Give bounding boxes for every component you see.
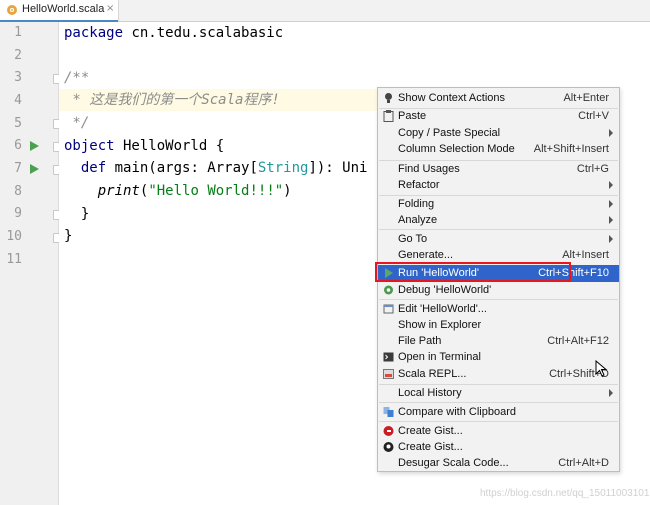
menu-item-show-context-actions[interactable]: Show Context Actions Alt+Enter [378,90,619,107]
editor-tab-helloworld[interactable]: o HelloWorld.scala × [0,0,119,22]
line-number: 3 [14,70,22,85]
menu-separator [379,229,618,230]
line-number: 1 [14,25,22,40]
submenu-arrow-icon [609,216,613,224]
code-line: } [64,228,73,244]
line-number: 4 [14,93,22,108]
editor-gutter: 1 2 3 4 5 6 7 8 9 10 11 [0,22,63,505]
submenu-arrow-icon [609,200,613,208]
menu-separator [379,402,618,403]
line-number: 8 [14,184,22,199]
menu-item-folding[interactable]: Folding [378,196,619,213]
line-number: 10 [6,229,22,244]
code-line: } [64,206,90,222]
menu-separator [379,421,618,422]
menu-item-refactor[interactable]: Refactor [378,177,619,194]
menu-item-desugar-scala-code[interactable]: Desugar Scala Code... Ctrl+Alt+D [378,455,619,472]
menu-item-scala-repl[interactable]: Scala REPL... Ctrl+Shift+D [378,366,619,383]
code-line: * 这是我们的第一个Scala程序! [64,92,280,108]
menu-item-edit-configuration[interactable]: Edit 'HelloWorld'... [378,301,619,318]
menu-item-create-gist-gitee[interactable]: Create Gist... [378,423,619,440]
submenu-arrow-icon [609,181,613,189]
submenu-arrow-icon [609,129,613,137]
menu-item-compare-with-clipboard[interactable]: Compare with Clipboard [378,404,619,421]
code-line: package cn.tedu.scalabasic [64,25,284,41]
clipboard-icon [383,110,394,122]
terminal-icon [383,352,394,362]
submenu-arrow-icon [609,389,613,397]
code-line: /** [64,70,90,86]
watermark: https://blog.csdn.net/qq_15011003101 [480,488,650,499]
code-line: */ [64,115,90,131]
menu-item-column-selection-mode[interactable]: Column Selection Mode Alt+Shift+Insert [378,141,619,158]
line-number: 6 [14,138,22,153]
menu-item-create-gist-github[interactable]: Create Gist... [378,439,619,456]
mouse-pointer-icon [595,360,608,377]
menu-item-debug-helloworld[interactable]: Debug 'HelloWorld' [378,282,619,299]
menu-item-copy-paste-special[interactable]: Copy / Paste Special [378,125,619,142]
menu-item-file-path[interactable]: File Path Ctrl+Alt+F12 [378,333,619,350]
code-line: def main(args: Array[String]): Uni [80,160,368,176]
code-line: print("Hello World!!!") [97,183,292,199]
menu-item-open-in-terminal[interactable]: Open in Terminal [378,349,619,366]
close-icon[interactable]: × [106,3,114,14]
code-line: object HelloWorld { [64,138,225,154]
menu-item-analyze[interactable]: Analyze [378,212,619,229]
compare-icon [383,407,394,417]
menu-item-find-usages[interactable]: Find Usages Ctrl+G [378,161,619,178]
run-gutter-icon[interactable] [30,141,39,151]
menu-item-go-to[interactable]: Go To [378,231,619,248]
submenu-arrow-icon [609,235,613,243]
menu-item-local-history[interactable]: Local History [378,385,619,402]
line-number: 5 [14,116,22,131]
run-gutter-icon[interactable] [30,164,39,174]
edit-config-icon [383,304,394,314]
menu-item-paste[interactable]: Paste Ctrl+V [378,108,619,125]
gitee-icon [383,426,394,436]
scala-file-icon: o [7,5,17,15]
line-number: 9 [14,206,22,221]
lightbulb-icon [385,93,392,103]
menu-item-show-in-explorer[interactable]: Show in Explorer [378,317,619,334]
line-number: 7 [14,161,22,176]
highlight-annotation-box [375,262,571,282]
line-number: 2 [14,48,22,63]
github-icon [383,442,394,452]
tab-label: HelloWorld.scala [22,3,105,15]
line-number: 11 [6,252,22,267]
editor-tab-bar: o HelloWorld.scala × [0,0,650,22]
scala-repl-icon [383,369,394,379]
debug-icon [384,285,393,295]
menu-separator [379,299,618,300]
